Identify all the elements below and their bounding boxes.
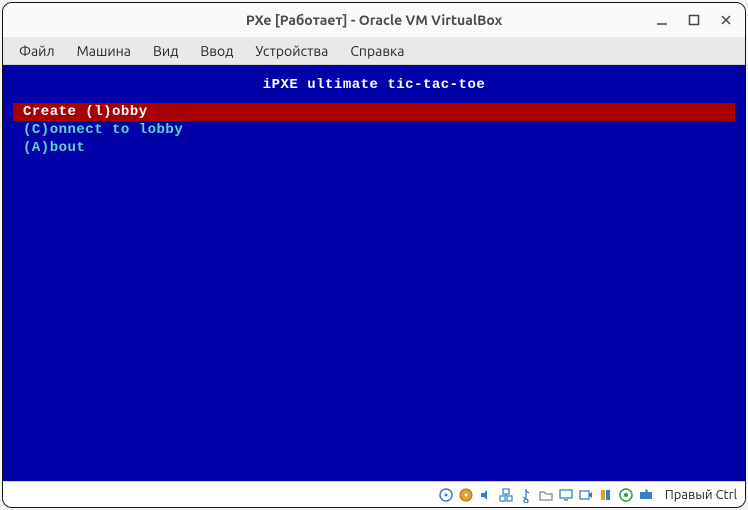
- virtualbox-window: PXe [Работает] - Oracle VM VirtualBox Фа…: [2, 2, 746, 508]
- recording-icon[interactable]: [577, 486, 595, 504]
- network-icon[interactable]: [497, 486, 515, 504]
- menu-item-about[interactable]: (A)bout: [13, 139, 735, 157]
- menu-machine[interactable]: Машина: [67, 39, 141, 63]
- mouse-icon[interactable]: [617, 486, 635, 504]
- window-controls: [653, 3, 735, 37]
- menu-file[interactable]: Файл: [9, 39, 65, 63]
- close-button[interactable]: [717, 11, 735, 29]
- ipxe-menu: Create (l)obby (C)onnect to lobby (A)bou…: [3, 103, 745, 157]
- menubar: Файл Машина Вид Ввод Устройства Справка: [3, 37, 745, 65]
- menu-view[interactable]: Вид: [143, 39, 188, 63]
- maximize-button[interactable]: [685, 11, 703, 29]
- menu-item-connect-lobby[interactable]: (C)onnect to lobby: [13, 121, 735, 139]
- vm-display[interactable]: iPXE ultimate tic-tac-toe Create (l)obby…: [3, 65, 745, 481]
- cpu-icon[interactable]: [597, 486, 615, 504]
- minimize-button[interactable]: [653, 11, 671, 29]
- window-titlebar: PXe [Работает] - Oracle VM VirtualBox: [3, 3, 745, 37]
- menu-devices[interactable]: Устройства: [245, 39, 338, 63]
- menu-item-create-lobby[interactable]: Create (l)obby: [13, 103, 735, 121]
- audio-icon[interactable]: [477, 486, 495, 504]
- optical-disk-icon[interactable]: [457, 486, 475, 504]
- keyboard-icon[interactable]: [637, 486, 655, 504]
- menu-input[interactable]: Ввод: [190, 39, 243, 63]
- menu-help[interactable]: Справка: [340, 39, 414, 63]
- display-icon[interactable]: [557, 486, 575, 504]
- hard-disk-icon[interactable]: [437, 486, 455, 504]
- statusbar: Правый Ctrl: [3, 481, 745, 507]
- usb-icon[interactable]: [517, 486, 535, 504]
- status-icons: [437, 486, 655, 504]
- shared-folder-icon[interactable]: [537, 486, 555, 504]
- window-title: PXe [Работает] - Oracle VM VirtualBox: [246, 12, 502, 28]
- ipxe-title: iPXE ultimate tic-tac-toe: [3, 65, 745, 103]
- host-key-indicator[interactable]: Правый Ctrl: [665, 488, 737, 502]
